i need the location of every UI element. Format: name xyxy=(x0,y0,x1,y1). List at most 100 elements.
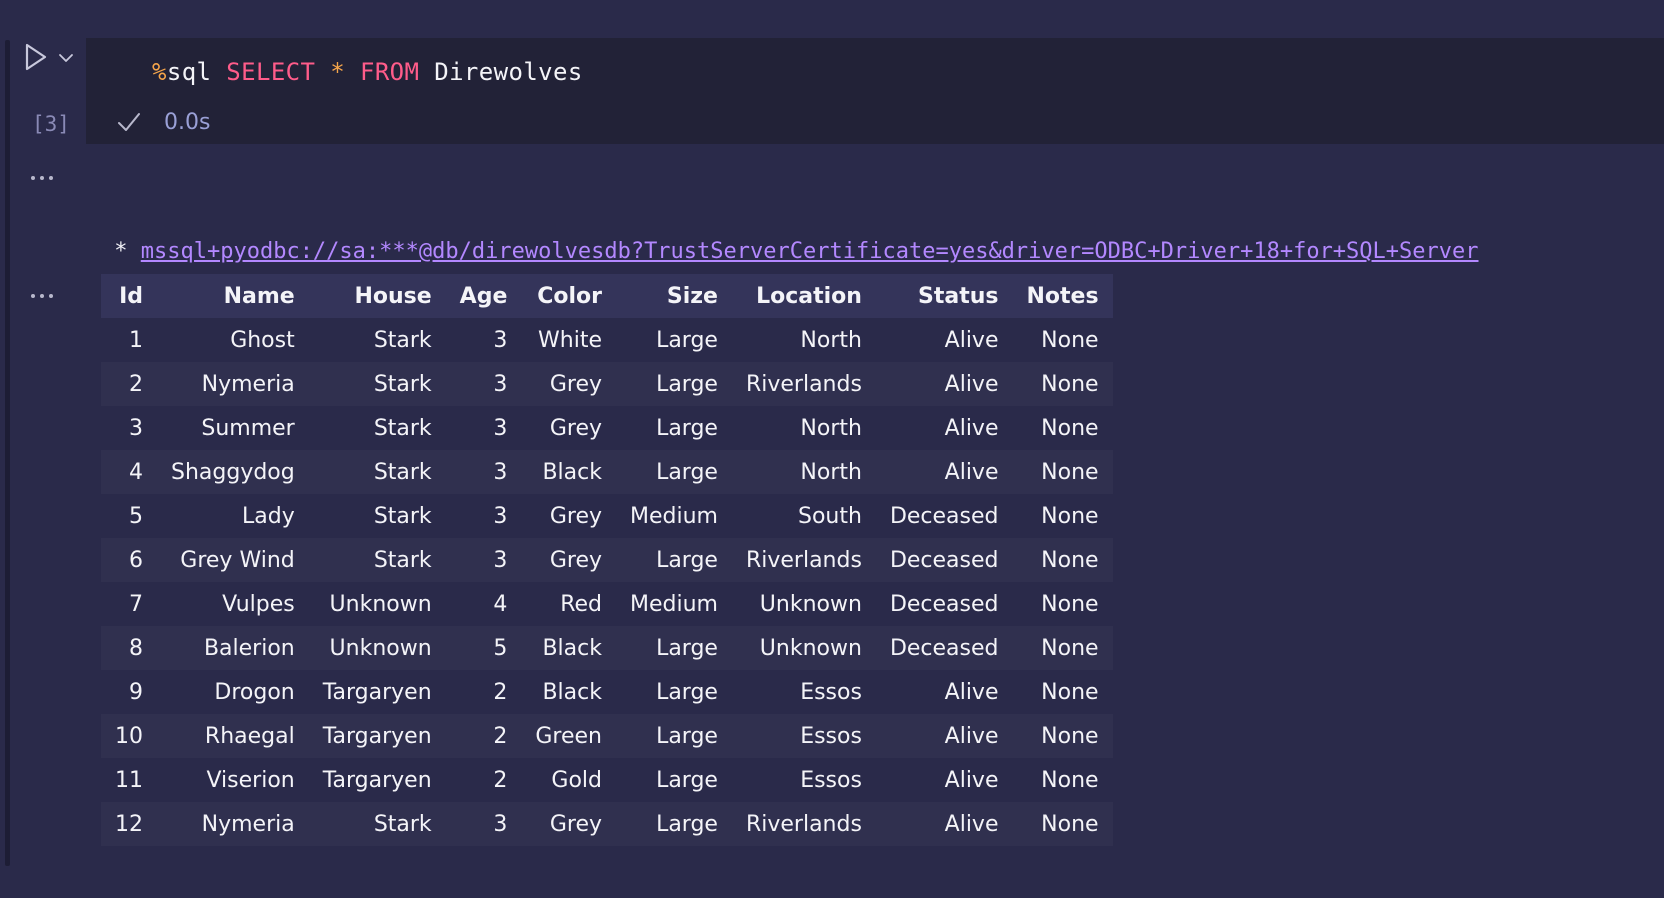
connection-prefix: * xyxy=(101,239,141,264)
table-cell-name: Lady xyxy=(157,494,309,538)
cell-gutter: [3] xyxy=(20,42,90,142)
table-cell-color: Black xyxy=(521,450,616,494)
table-cell-location: North xyxy=(731,406,876,450)
column-header-name: Name xyxy=(157,274,309,318)
output-more-button[interactable] xyxy=(28,168,58,180)
column-header-id: Id xyxy=(101,274,157,318)
table-cell-size: Large xyxy=(616,406,732,450)
table-cell-name: Nymeria xyxy=(157,362,309,406)
column-header-location: Location xyxy=(731,274,876,318)
table-body: 1 Ghost Stark 3 White Large North Alive None 2 Nym… xyxy=(101,318,1113,846)
table-cell-color: Grey xyxy=(521,538,616,582)
table-cell-name: Grey Wind xyxy=(157,538,309,582)
table-cell-location: North xyxy=(731,318,876,362)
table-row: 8 Balerion Unknown 5 Black Large Unknown Deceas… xyxy=(101,626,1113,670)
table-row: 4 Shaggydog Stark 3 Black Large North Alive None xyxy=(101,450,1113,494)
table-cell-name: Summer xyxy=(157,406,309,450)
connection-string-link[interactable]: mssql+pyodbc://sa:***@db/direwolvesdb?Tr… xyxy=(141,239,1479,264)
table-row: 5 Lady Stark 3 Grey Medium South Deceased None xyxy=(101,494,1113,538)
table-cell-id: 12 xyxy=(101,802,157,846)
ellipsis-icon xyxy=(31,294,53,298)
table-cell-age: 3 xyxy=(445,494,522,538)
column-header-age: Age xyxy=(445,274,522,318)
table-cell-name: Viserion xyxy=(157,758,309,802)
table-cell-size: Large xyxy=(616,318,732,362)
code-cell[interactable]: %sql SELECT * FROM Direwolves 0.0s xyxy=(86,38,1664,144)
table-cell-notes: None xyxy=(1012,758,1113,802)
connection-line: * mssql+pyodbc://sa:***@db/direwolvesdb?… xyxy=(101,234,1479,270)
table-cell-size: Large xyxy=(616,670,732,714)
table-output-more-button[interactable] xyxy=(28,286,58,298)
table-cell-house: Stark xyxy=(308,450,446,494)
table-cell-name: Nymeria xyxy=(157,802,309,846)
table-cell-color: Green xyxy=(521,714,616,758)
table-cell-id: 7 xyxy=(101,582,157,626)
table-cell-color: Grey xyxy=(521,802,616,846)
table-cell-notes: None xyxy=(1012,626,1113,670)
table-row: 12 Nymeria Stark 3 Grey Large Riverlands Alive N… xyxy=(101,802,1113,846)
table-cell-notes: None xyxy=(1012,318,1113,362)
play-icon xyxy=(25,43,47,71)
code-token: Direwolves xyxy=(434,58,583,86)
table-cell-name: Balerion xyxy=(157,626,309,670)
table-cell-notes: None xyxy=(1012,406,1113,450)
table-cell-house: Stark xyxy=(308,362,446,406)
table-cell-age: 3 xyxy=(445,318,522,362)
table-cell-location: Unknown xyxy=(731,582,876,626)
table-cell-id: 5 xyxy=(101,494,157,538)
table-cell-location: South xyxy=(731,494,876,538)
table-cell-name: Drogon xyxy=(157,670,309,714)
code-token: sql xyxy=(166,58,212,86)
table-cell-id: 10 xyxy=(101,714,157,758)
code-token: * xyxy=(330,58,346,86)
table-cell-location: Essos xyxy=(731,670,876,714)
table-cell-id: 3 xyxy=(101,406,157,450)
table-cell-house: Stark xyxy=(308,318,446,362)
table-cell-age: 3 xyxy=(445,406,522,450)
column-header-color: Color xyxy=(521,274,616,318)
table-cell-size: Large xyxy=(616,802,732,846)
table-cell-status: Deceased xyxy=(875,538,1013,582)
table-cell-color: Red xyxy=(521,582,616,626)
table-cell-status: Deceased xyxy=(875,626,1013,670)
table-cell-age: 3 xyxy=(445,450,522,494)
table-cell-location: Essos xyxy=(731,714,876,758)
table-cell-notes: None xyxy=(1012,494,1113,538)
table-cell-color: Grey xyxy=(521,362,616,406)
table-cell-status: Alive xyxy=(875,406,1013,450)
table-cell-age: 3 xyxy=(445,362,522,406)
table-cell-id: 8 xyxy=(101,626,157,670)
table-cell-id: 1 xyxy=(101,318,157,362)
table-cell-id: 9 xyxy=(101,670,157,714)
table-cell-age: 4 xyxy=(445,582,522,626)
table-cell-house: Stark xyxy=(308,494,446,538)
column-header-notes: Notes xyxy=(1012,274,1113,318)
cell-focus-bar xyxy=(5,40,10,866)
table-cell-name: Ghost xyxy=(157,318,309,362)
table-cell-id: 11 xyxy=(101,758,157,802)
table-cell-name: Rhaegal xyxy=(157,714,309,758)
table-header-row: Id Name House Age Color Size Location Status Not… xyxy=(101,274,1113,318)
table-cell-age: 3 xyxy=(445,538,522,582)
code-token: % xyxy=(152,58,167,86)
table-cell-color: Grey xyxy=(521,494,616,538)
run-options-dropdown[interactable] xyxy=(58,50,74,64)
table-row: 2 Nymeria Stark 3 Grey Large Riverlands Alive No… xyxy=(101,362,1113,406)
table-cell-notes: None xyxy=(1012,538,1113,582)
table-row: 6 Grey Wind Stark 3 Grey Large Riverlands Decea… xyxy=(101,538,1113,582)
column-header-status: Status xyxy=(875,274,1013,318)
table-cell-status: Alive xyxy=(875,714,1013,758)
table-cell-size: Medium xyxy=(616,494,732,538)
table-cell-color: Black xyxy=(521,670,616,714)
table-cell-size: Large xyxy=(616,626,732,670)
table-cell-location: Riverlands xyxy=(731,802,876,846)
run-cell-button[interactable] xyxy=(24,42,48,72)
chevron-down-icon xyxy=(59,54,73,62)
table-row: 7 Vulpes Unknown 4 Red Medium Unknown Deceased N… xyxy=(101,582,1113,626)
table-cell-id: 4 xyxy=(101,450,157,494)
code-editor-line[interactable]: %sql SELECT * FROM Direwolves xyxy=(152,58,583,86)
table-row: 10 Rhaegal Targaryen 2 Green Large Essos Alive N… xyxy=(101,714,1113,758)
